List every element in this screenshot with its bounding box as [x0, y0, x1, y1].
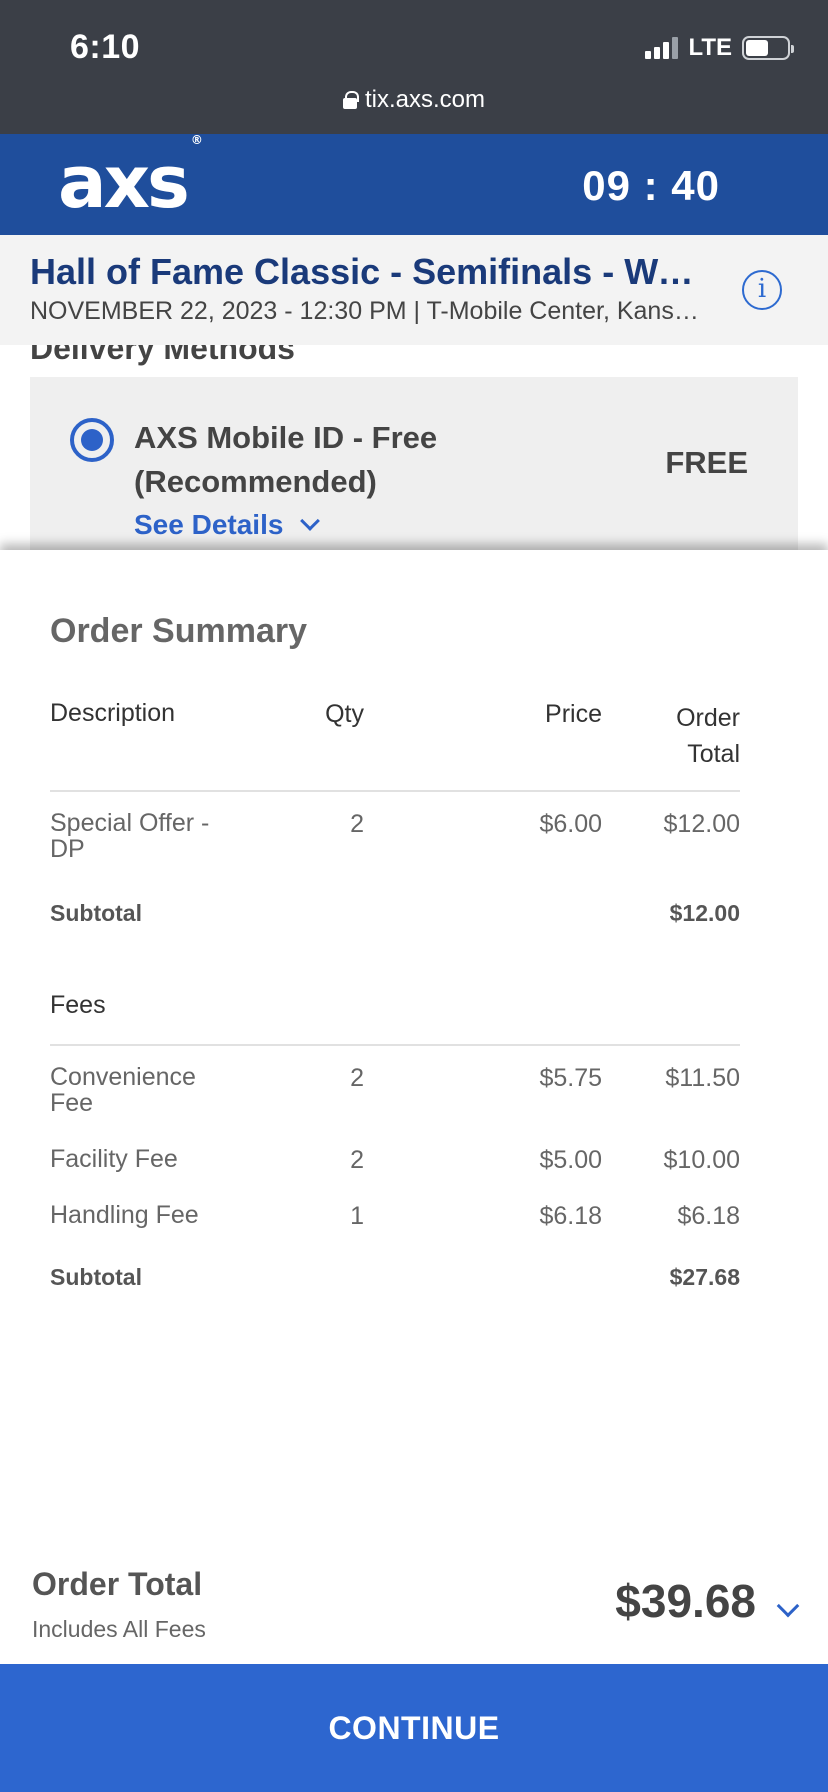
info-icon[interactable]: i [742, 270, 782, 310]
signal-icon [645, 37, 679, 59]
row-price: $6.00 [539, 810, 602, 838]
chevron-down-icon[interactable] [776, 1594, 800, 1618]
divider [50, 1044, 740, 1046]
row-price: $5.75 [539, 1064, 602, 1092]
row-qty: 1 [350, 1202, 364, 1230]
countdown-timer: 09 : 40 [582, 162, 720, 209]
row-total: $6.18 [677, 1202, 740, 1230]
subtotal-value: $12.00 [669, 900, 740, 926]
row-total: $10.00 [663, 1146, 740, 1174]
order-total-value: $39.68 [615, 1575, 756, 1627]
url-text: tix.axs.com [364, 86, 486, 113]
row-total: $12.00 [663, 810, 740, 838]
delivery-option-label: AXS Mobile ID - Free (Recommended) [134, 420, 438, 499]
row-description: Handling Fee [50, 1201, 199, 1229]
delivery-radio-selected[interactable] [70, 418, 114, 462]
status-time: 6:10 [70, 28, 141, 66]
site-header: axs ® 09 : 40 [0, 133, 828, 235]
row-qty: 2 [350, 810, 364, 838]
divider [50, 790, 740, 792]
event-date-venue: NOVEMBER 22, 2023 - 12:30 PM | T-Mobile … [30, 297, 702, 325]
row-qty: 2 [350, 1146, 364, 1174]
subtotal-label: Subtotal [50, 900, 142, 926]
browser-chrome: 6:10 LTE tix.axs.com [0, 0, 828, 134]
network-type: LTE [688, 34, 732, 61]
see-details-label: See Details [134, 509, 284, 540]
col-description: Description [50, 699, 176, 727]
event-title: Hall of Fame Classic - Semifinals - Wedn… [30, 251, 702, 292]
subtotal-value: $27.68 [669, 1264, 740, 1290]
battery-icon [742, 36, 794, 60]
order-summary-title: Order Summary [50, 612, 307, 650]
subtotal-label: Subtotal [50, 1264, 142, 1290]
battery-level [746, 40, 768, 56]
order-total-bar[interactable]: Order Total Includes All Fees $39.68 [0, 1540, 828, 1664]
row-qty: 2 [350, 1064, 364, 1092]
delivery-option-price: FREE [665, 445, 748, 480]
order-total-label: Order Total [32, 1566, 203, 1602]
lock-icon [342, 91, 359, 109]
event-info-bar: Hall of Fame Classic - Semifinals - Wed n… [0, 235, 828, 345]
row-price: $5.00 [539, 1146, 602, 1174]
row-description: Convenience Fee [50, 1063, 196, 1117]
col-qty: Qty [325, 700, 364, 728]
row-total: $11.50 [665, 1064, 740, 1092]
see-details-link[interactable]: See Details [134, 509, 321, 541]
axs-logo[interactable]: axs ® [58, 133, 203, 224]
order-total-note: Includes All Fees [32, 1616, 206, 1642]
col-price: Price [545, 700, 602, 728]
row-price: $6.18 [539, 1202, 602, 1230]
continue-button[interactable]: CONTINUE [0, 1664, 828, 1792]
delivery-option-card[interactable]: AXS Mobile ID - Free (Recommended) See D… [30, 377, 798, 567]
registered-mark: ® [190, 133, 203, 147]
row-description: Facility Fee [50, 1145, 178, 1173]
delivery-methods-section: Delivery Methods AXS Mobile ID - Free (R… [0, 330, 828, 567]
fees-label: Fees [50, 991, 106, 1019]
chevron-down-icon [300, 511, 321, 531]
logo-text: axs [58, 140, 190, 224]
col-order-total: Order Total [676, 704, 740, 768]
app-frame: 6:10 LTE tix.axs.com axs ® 09 : 40 Hall o… [0, 0, 828, 1792]
status-indicators: LTE [645, 34, 794, 62]
row-description: Special Offer - DP [50, 809, 210, 863]
url-bar[interactable]: tix.axs.com [0, 86, 828, 114]
